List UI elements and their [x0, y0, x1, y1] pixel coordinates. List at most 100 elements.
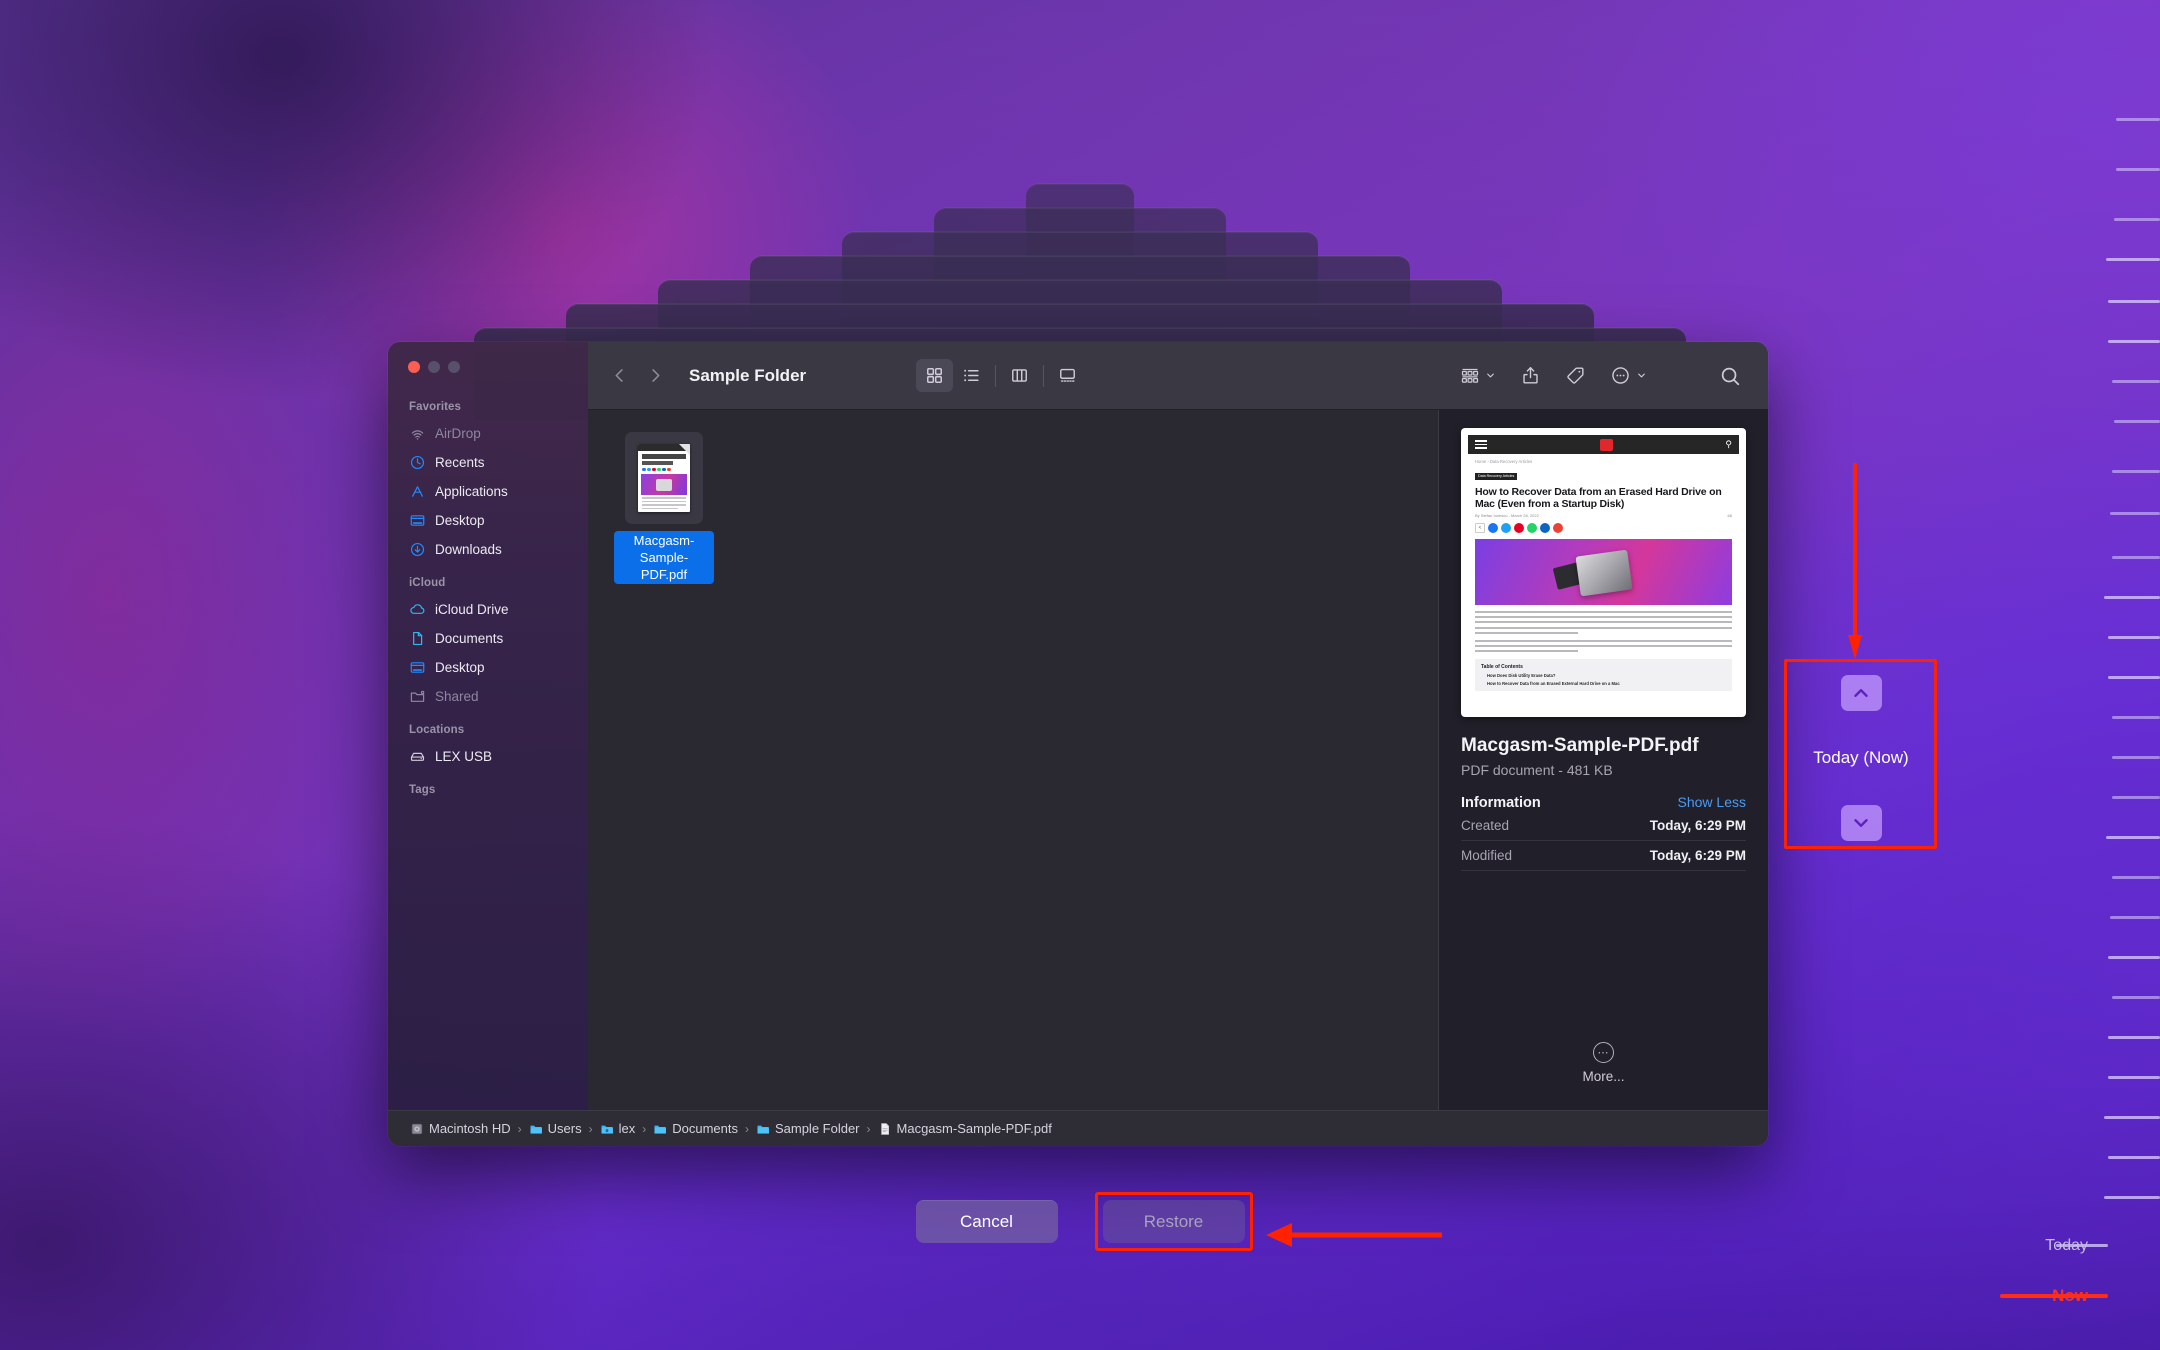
- clock-icon: [409, 454, 426, 471]
- sidebar-item-shared[interactable]: Shared: [388, 682, 588, 711]
- folder-icon: [653, 1122, 667, 1136]
- path-item[interactable]: Macgasm-Sample-PDF.pdf: [878, 1121, 1052, 1136]
- sidebar-item-label: LEX USB: [435, 749, 493, 764]
- column-view-button[interactable]: [1001, 359, 1038, 392]
- document-icon: [409, 630, 426, 647]
- sidebar-item-airdrop[interactable]: AirDrop: [388, 419, 588, 448]
- home-folder-icon: [600, 1122, 614, 1136]
- shared-folder-icon: [409, 688, 426, 705]
- timeline-tick[interactable]: [2112, 876, 2160, 879]
- doc-byline: By Stefan Ionescu - March 28, 2022 68: [1475, 513, 1732, 518]
- list-view-button[interactable]: [953, 359, 990, 392]
- timeline-tick[interactable]: [2104, 596, 2160, 599]
- info-row-key: Modified: [1461, 848, 1513, 863]
- timeline-tick[interactable]: [2108, 1156, 2160, 1159]
- search-button[interactable]: [1712, 359, 1748, 392]
- timeline-tick[interactable]: [2114, 218, 2160, 221]
- sidebar-item-recents[interactable]: Recents: [388, 448, 588, 477]
- path-item[interactable]: Sample Folder: [756, 1121, 860, 1136]
- info-row-value: Today, 6:29 PM: [1649, 818, 1746, 833]
- timeline-tick[interactable]: [2112, 796, 2160, 799]
- dialog-actions: Cancel Restore: [0, 1192, 2160, 1251]
- timeline-tick[interactable]: [2112, 716, 2160, 719]
- minimize-button[interactable]: [428, 361, 440, 373]
- timeline-tick[interactable]: [2108, 1036, 2160, 1039]
- sidebar-item-lex-usb[interactable]: LEX USB: [388, 742, 588, 771]
- timeline-tick[interactable]: [2116, 168, 2160, 171]
- more-button[interactable]: ⋯ More...: [1461, 1020, 1746, 1110]
- cancel-button[interactable]: Cancel: [915, 1200, 1058, 1243]
- timeline-tick[interactable]: [2112, 470, 2160, 473]
- file-item[interactable]: Macgasm-Sample-PDF.pdf: [614, 432, 714, 584]
- timeline-tick[interactable]: [2108, 956, 2160, 959]
- timeline-tick[interactable]: [2106, 258, 2160, 261]
- timeline-tick[interactable]: [2112, 756, 2160, 759]
- arrow-down-to-tm-nav: [1848, 463, 1862, 659]
- timeline-tick[interactable]: [2112, 556, 2160, 559]
- window-controls[interactable]: [388, 342, 588, 388]
- timeline-tick[interactable]: [2114, 420, 2160, 423]
- path-separator: ›: [588, 1121, 593, 1136]
- forward-button[interactable]: [638, 359, 672, 393]
- restore-button[interactable]: Restore: [1102, 1200, 1245, 1243]
- path-item-label: Documents: [672, 1121, 738, 1136]
- timeline-tick[interactable]: [2112, 380, 2160, 383]
- preview-file-name: Macgasm-Sample-PDF.pdf: [1461, 735, 1699, 756]
- timeline-tick[interactable]: [2108, 1076, 2160, 1079]
- file-grid[interactable]: Macgasm-Sample-PDF.pdf: [588, 410, 1438, 1110]
- site-logo: [1599, 438, 1613, 451]
- sidebar-item-desktop[interactable]: Desktop: [388, 653, 588, 682]
- timeline-tick[interactable]: [2108, 676, 2160, 679]
- time-machine-timeline[interactable]: Today Now: [2000, 0, 2160, 1350]
- timeline-tick[interactable]: [2112, 996, 2160, 999]
- sidebar-item-label: Desktop: [435, 660, 485, 675]
- timeline-tick[interactable]: [2110, 916, 2160, 919]
- timeline-tick-now[interactable]: [2000, 1294, 2108, 1298]
- hard-drive-icon: [410, 1122, 424, 1136]
- sidebar-item-icloud-drive[interactable]: iCloud Drive: [388, 595, 588, 624]
- timeline-tick[interactable]: [2106, 836, 2160, 839]
- share-button[interactable]: [1513, 359, 1548, 392]
- timeline-tick[interactable]: [2108, 300, 2160, 303]
- tag-button[interactable]: [1558, 359, 1593, 392]
- back-button[interactable]: [602, 359, 636, 393]
- sidebar-item-downloads[interactable]: Downloads: [388, 535, 588, 564]
- annotation-box-tm-nav: [1784, 659, 1937, 849]
- path-item[interactable]: Macintosh HD: [410, 1121, 511, 1136]
- finder-main: Sample Folder Macgasm-Sample-PDF.pdf ⚲ H…: [588, 342, 1768, 1110]
- timeline-tick[interactable]: [2104, 1116, 2160, 1119]
- path-breadcrumb-bar[interactable]: Macintosh HD › Users › lex › Documents › Sample …: [388, 1110, 1768, 1146]
- path-item-label: Macgasm-Sample-PDF.pdf: [896, 1121, 1052, 1136]
- folder-icon: [756, 1122, 770, 1136]
- pdf-document-icon: [625, 432, 703, 524]
- sidebar-item-applications[interactable]: Applications: [388, 477, 588, 506]
- timeline-tick-today[interactable]: [2056, 1244, 2108, 1247]
- timeline-tick[interactable]: [2110, 512, 2160, 515]
- chevron-down-icon: [1638, 373, 1645, 378]
- path-item[interactable]: Documents: [653, 1121, 738, 1136]
- timeline-tick[interactable]: [2104, 1196, 2160, 1199]
- file-name-label: Macgasm-Sample-PDF.pdf: [614, 531, 714, 584]
- more-actions-button[interactable]: [1603, 359, 1654, 392]
- external-drive-icon: [409, 748, 426, 765]
- group-by-button[interactable]: [1453, 359, 1503, 392]
- view-mode-switcher: [916, 359, 1086, 392]
- doc-breadcrumb: Home › Data Recovery Articles: [1475, 459, 1533, 464]
- path-item[interactable]: lex: [600, 1121, 635, 1136]
- sidebar-group-title: iCloud: [409, 577, 446, 589]
- timeline-tick[interactable]: [2116, 118, 2160, 121]
- timeline-tick[interactable]: [2108, 340, 2160, 343]
- desktop-icon: [409, 512, 426, 529]
- maximize-button[interactable]: [448, 361, 460, 373]
- icon-view-button[interactable]: [916, 359, 954, 392]
- sidebar-item-desktop[interactable]: Desktop: [388, 506, 588, 535]
- gallery-view-button[interactable]: [1049, 359, 1086, 392]
- close-button[interactable]: [408, 361, 420, 373]
- sidebar-item-documents[interactable]: Documents: [388, 624, 588, 653]
- path-item[interactable]: Users: [529, 1121, 582, 1136]
- path-separator: ›: [866, 1121, 871, 1136]
- timeline-tick[interactable]: [2108, 636, 2160, 639]
- cloud-icon: [409, 601, 426, 618]
- show-less-link[interactable]: Show Less: [1678, 794, 1746, 810]
- toolbar-divider-1: [995, 364, 997, 387]
